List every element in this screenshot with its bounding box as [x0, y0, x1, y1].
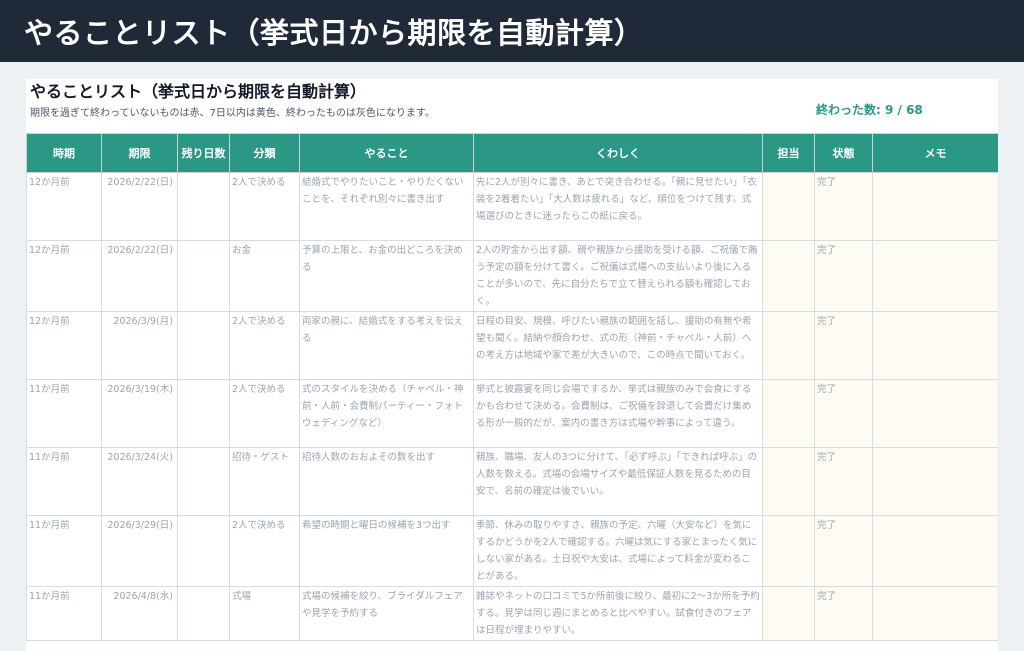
spreadsheet: やることリスト（挙式日から期限を自動計算） 期限を過ぎて終わっていないものは赤、…: [26, 79, 998, 651]
status-cell[interactable]: 完了: [814, 240, 873, 312]
remaining-cell[interactable]: [177, 515, 230, 587]
task-cell[interactable]: 予算の上限と、お金の出どころを決める: [299, 240, 474, 312]
table-row: 11か月前 2026/3/19(木) 2人で決める 式のスタイルを決める（チャペ…: [26, 379, 998, 448]
task-cell[interactable]: 式場の候補を絞り、ブライダルフェアや見学を予約する: [299, 586, 474, 641]
detail-cell[interactable]: 雑誌やネットの口コミで5か所前後に絞り、最初に2〜3か所を予約する。見学は同じ週…: [473, 586, 763, 641]
category-cell[interactable]: 2人で決める: [229, 379, 300, 448]
category-cell[interactable]: 2人で決める: [229, 172, 300, 241]
table-row: 12か月前 2026/3/9(月) 2人で決める 両家の親に、結婚式をする考えを…: [26, 311, 998, 380]
due-cell[interactable]: 2026/3/9(月): [101, 311, 178, 380]
due-cell[interactable]: 2026/2/22(日): [101, 240, 178, 312]
detail-cell[interactable]: 挙式と披露宴を同じ会場でするか、挙式は親族のみで会食にするかも合わせて決める。会…: [473, 379, 763, 448]
table-row: 11か月前 2026/3/24(火) 招待・ゲスト 招待人数のおおよその数を出す…: [26, 447, 998, 516]
memo-cell[interactable]: [872, 586, 998, 641]
app-title-bar: やることリスト（挙式日から期限を自動計算）: [0, 0, 1024, 62]
col-header-task[interactable]: やること: [299, 133, 474, 173]
remaining-cell[interactable]: [177, 311, 230, 380]
category-cell[interactable]: 2人で決める: [229, 311, 300, 380]
due-cell[interactable]: 2026/3/19(木): [101, 379, 178, 448]
assignee-cell[interactable]: [762, 447, 815, 516]
status-cell[interactable]: 完了: [814, 586, 873, 641]
col-header-period[interactable]: 時期: [26, 133, 102, 173]
app-title: やることリスト（挙式日から期限を自動計算）: [24, 16, 644, 50]
task-table: 時期 期限 残り日数 分類 やること くわしく 担当 状態 メモ 12か月前 2…: [26, 133, 998, 641]
detail-cell[interactable]: 2人の貯金から出す額、親や親族から援助を受ける額、ご祝儀で賄う予定の額を分けて書…: [473, 240, 763, 312]
period-cell[interactable]: 11か月前: [26, 586, 102, 641]
period-cell[interactable]: 11か月前: [26, 515, 102, 587]
col-header-due[interactable]: 期限: [101, 133, 178, 173]
detail-cell[interactable]: 先に2人が別々に書き、あとで突き合わせる。「親に見せたい」「衣装を2着着たい」「…: [473, 172, 763, 241]
status-cell[interactable]: 完了: [814, 311, 873, 380]
detail-cell[interactable]: 親族、職場、友人の3つに分けて、「必ず呼ぶ」「できれば呼ぶ」の人数を数える。式場…: [473, 447, 763, 516]
period-cell[interactable]: 12か月前: [26, 172, 102, 241]
detail-cell[interactable]: 日程の目安、規模、呼びたい親族の範囲を話し、援助の有無や希望も聞く。結納や顔合わ…: [473, 311, 763, 380]
category-cell[interactable]: 2人で決める: [229, 515, 300, 587]
status-cell[interactable]: 完了: [814, 447, 873, 516]
memo-cell[interactable]: [872, 515, 998, 587]
col-header-memo[interactable]: メモ: [872, 133, 998, 173]
table-row: 12か月前 2026/2/22(日) 2人で決める 結婚式でやりたいこと・やりた…: [26, 172, 998, 241]
memo-cell[interactable]: [872, 311, 998, 380]
sheet-title: やることリスト（挙式日から期限を自動計算）: [30, 82, 367, 101]
remaining-cell[interactable]: [177, 240, 230, 312]
memo-cell[interactable]: [872, 240, 998, 312]
memo-cell[interactable]: [872, 447, 998, 516]
due-cell[interactable]: 2026/4/8(水): [101, 586, 178, 641]
assignee-cell[interactable]: [762, 586, 815, 641]
col-header-detail[interactable]: くわしく: [473, 133, 763, 173]
table-row: 11か月前 2026/3/29(日) 2人で決める 希望の時期と曜日の候補を3つ…: [26, 515, 998, 587]
detail-cell[interactable]: 季節、休みの取りやすさ、親族の予定、六曜（大安など）を気にするかどうかを2人で確…: [473, 515, 763, 587]
assignee-cell[interactable]: [762, 515, 815, 587]
period-cell[interactable]: 12か月前: [26, 311, 102, 380]
task-cell[interactable]: 結婚式でやりたいこと・やりたくないことを、それぞれ別々に書き出す: [299, 172, 474, 241]
task-cell[interactable]: 両家の親に、結婚式をする考えを伝える: [299, 311, 474, 380]
due-cell[interactable]: 2026/3/24(火): [101, 447, 178, 516]
memo-cell[interactable]: [872, 172, 998, 241]
done-count: 終わった数: 9 / 68: [816, 103, 923, 117]
status-cell[interactable]: 完了: [814, 172, 873, 241]
category-cell[interactable]: お金: [229, 240, 300, 312]
remaining-cell[interactable]: [177, 447, 230, 516]
assignee-cell[interactable]: [762, 240, 815, 312]
memo-cell[interactable]: [872, 379, 998, 448]
period-cell[interactable]: 12か月前: [26, 240, 102, 312]
period-cell[interactable]: 11か月前: [26, 379, 102, 448]
task-cell[interactable]: 式のスタイルを決める（チャペル・神前・人前・会費制パーティー・フォトウェディング…: [299, 379, 474, 448]
header-row: 時期 期限 残り日数 分類 やること くわしく 担当 状態 メモ: [26, 133, 998, 173]
category-cell[interactable]: 招待・ゲスト: [229, 447, 300, 516]
table-row: 12か月前 2026/2/22(日) お金 予算の上限と、お金の出どころを決める…: [26, 240, 998, 312]
status-cell[interactable]: 完了: [814, 379, 873, 448]
task-cell[interactable]: 希望の時期と曜日の候補を3つ出す: [299, 515, 474, 587]
category-cell[interactable]: 式場: [229, 586, 300, 641]
table-row: 11か月前 2026/4/8(水) 式場 式場の候補を絞り、ブライダルフェアや見…: [26, 586, 998, 641]
period-cell[interactable]: 11か月前: [26, 447, 102, 516]
remaining-cell[interactable]: [177, 172, 230, 241]
status-cell[interactable]: 完了: [814, 515, 873, 587]
col-header-remaining[interactable]: 残り日数: [177, 133, 230, 173]
assignee-cell[interactable]: [762, 311, 815, 380]
assignee-cell[interactable]: [762, 379, 815, 448]
remaining-cell[interactable]: [177, 586, 230, 641]
remaining-cell[interactable]: [177, 379, 230, 448]
assignee-cell[interactable]: [762, 172, 815, 241]
col-header-category[interactable]: 分類: [229, 133, 300, 173]
task-cell[interactable]: 招待人数のおおよその数を出す: [299, 447, 474, 516]
col-header-assignee[interactable]: 担当: [762, 133, 815, 173]
col-header-status[interactable]: 状態: [814, 133, 873, 173]
sheet-subtitle: 期限を過ぎて終わっていないものは赤、7日以内は黄色、終わったものは灰色になります…: [30, 108, 435, 119]
due-cell[interactable]: 2026/2/22(日): [101, 172, 178, 241]
due-cell[interactable]: 2026/3/29(日): [101, 515, 178, 587]
